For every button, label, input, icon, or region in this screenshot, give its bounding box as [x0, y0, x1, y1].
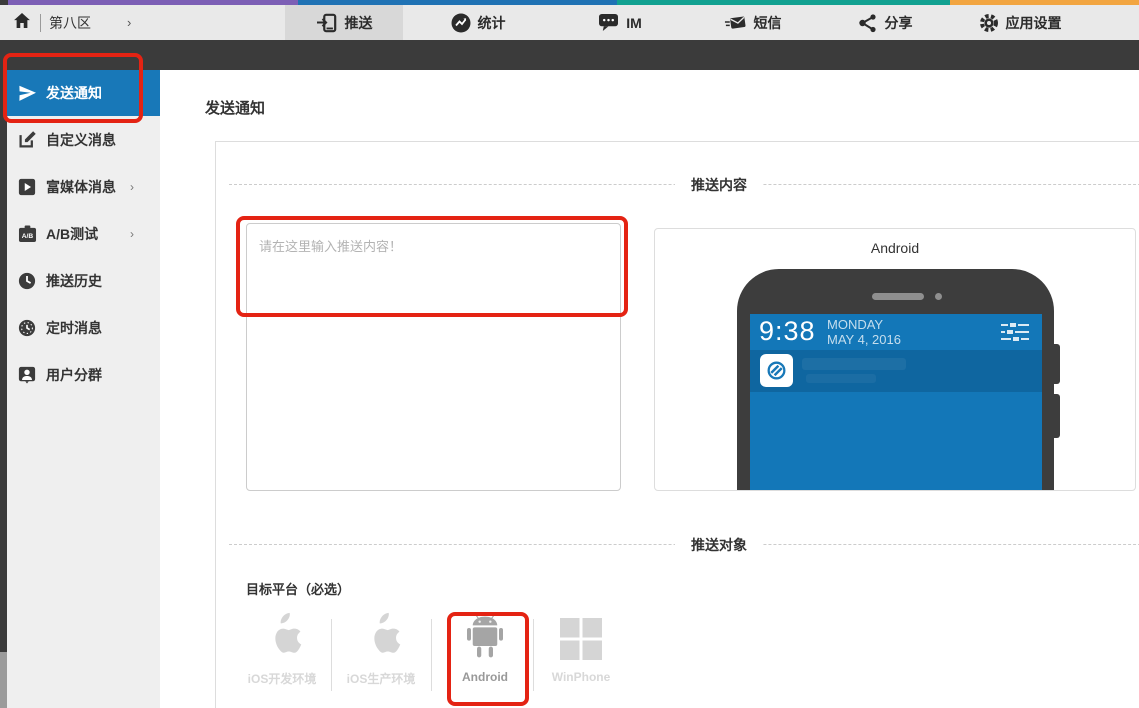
page-title: 发送通知 [205, 97, 265, 118]
platform-winphone[interactable]: WinPhone [534, 609, 628, 701]
notification-row [750, 350, 1042, 392]
push-icon [316, 13, 338, 33]
strip-segment-orange [950, 0, 1139, 5]
preview-weekday: MONDAY [827, 317, 901, 332]
platform-label: iOS开发环境 [248, 670, 317, 687]
preview-date-line: MAY 4, 2016 [827, 332, 901, 347]
timer-icon [17, 318, 37, 338]
preview-platform-label: Android [655, 240, 1135, 256]
android-preview-card: Android 9:38 MONDAY MAY 4, 2016 [654, 228, 1136, 491]
platform-label: iOS生产环境 [347, 670, 416, 687]
tab-label: 应用设置 [1006, 13, 1062, 33]
strip-segment-blue [298, 0, 617, 5]
phone-status-area: 9:38 MONDAY MAY 4, 2016 [750, 314, 1042, 350]
phone-screen: 9:38 MONDAY MAY 4, 2016 [750, 314, 1042, 491]
history-clock-icon [17, 271, 37, 291]
sidebar-item-push-history[interactable]: 推送历史 [0, 257, 160, 304]
chat-bubble-icon [598, 13, 619, 32]
phone-speaker [872, 293, 924, 300]
brand-divider [40, 14, 41, 32]
tab-stats[interactable]: 统计 [430, 5, 526, 40]
section-label-push-content: 推送内容 [675, 175, 763, 195]
sidebar-item-label: 用户分群 [46, 365, 102, 385]
platform-ios-prod[interactable]: iOS生产环境 [334, 609, 428, 701]
phone-mockup: 9:38 MONDAY MAY 4, 2016 [737, 269, 1054, 491]
tab-label: IM [626, 15, 642, 31]
sidebar-item-rich-media[interactable]: 富媒体消息 › [0, 163, 160, 210]
apple-icon [260, 609, 304, 661]
svg-text:A/B: A/B [21, 232, 33, 239]
platform-divider [431, 619, 432, 691]
section-divider-target: 推送对象 [229, 544, 1139, 545]
app-name[interactable]: 第八区 [49, 13, 91, 33]
push-content-input[interactable] [246, 223, 621, 491]
sidebar-item-label: 富媒体消息 [46, 177, 116, 197]
tab-push[interactable]: 推送 [285, 5, 403, 40]
platform-android[interactable]: Android [438, 609, 532, 701]
sidebar-item-ab-test[interactable]: A/B A/B测试 › [0, 210, 160, 257]
tab-label: 统计 [478, 13, 506, 33]
strip-segment-teal [617, 0, 950, 5]
tab-share[interactable]: 分享 [840, 5, 930, 40]
tab-app-settings[interactable]: 应用设置 [965, 5, 1075, 40]
chevron-right-icon: › [130, 227, 134, 241]
notification-text-placeholder [802, 358, 906, 370]
gear-icon [979, 13, 999, 33]
strip-segment-purple [8, 0, 298, 5]
sms-envelope-icon [724, 14, 747, 32]
windows-icon [559, 609, 603, 661]
sidebar-item-label: 推送历史 [46, 271, 102, 291]
android-icon [465, 609, 505, 661]
home-icon[interactable] [12, 11, 32, 35]
tab-label: 分享 [885, 13, 913, 33]
platform-ios-dev[interactable]: iOS开发环境 [235, 609, 329, 701]
tab-label: 推送 [345, 13, 373, 33]
app-switch-chevron-icon[interactable]: › [127, 15, 131, 30]
sidebar-item-label: 发送通知 [46, 83, 102, 103]
share-icon [858, 13, 878, 33]
strip-segment-dark [0, 0, 8, 5]
left-rail [0, 40, 7, 708]
tab-im[interactable]: IM [575, 5, 665, 40]
preview-time: 9:38 [759, 316, 816, 347]
user-icon [17, 365, 37, 385]
equalizer-icon [1000, 322, 1030, 349]
stats-icon [451, 13, 471, 33]
sidebar-item-user-segment[interactable]: 用户分群 [0, 351, 160, 398]
sidebar-item-label: 定时消息 [46, 318, 102, 338]
section-label-push-target: 推送对象 [675, 535, 763, 555]
main-content: 发送通知 推送内容 Android 9:38 MONDAY MAY 4, 201… [160, 70, 1139, 708]
push-form-panel: 推送内容 Android 9:38 MONDAY MAY 4, 2016 [215, 141, 1139, 708]
top-navbar: 第八区 › 推送 统计 [0, 5, 1139, 40]
play-icon [17, 177, 37, 197]
platform-label: Android [462, 670, 508, 684]
app-icon [760, 354, 793, 387]
notification-text-placeholder [806, 374, 876, 383]
platform-divider [331, 619, 332, 691]
top-color-strip [0, 0, 1139, 5]
scrollbar-thumb[interactable] [0, 652, 7, 708]
tab-sms[interactable]: 短信 [705, 5, 800, 40]
sidebar-item-send-notification[interactable]: 发送通知 [0, 70, 160, 116]
section-divider-content: 推送内容 [229, 184, 1139, 185]
chevron-right-icon: › [130, 180, 134, 194]
sidebar: 发送通知 自定义消息 富媒体消息 › A/B A/B测试 [0, 70, 160, 708]
apple-icon [359, 609, 403, 661]
app-breadcrumb[interactable]: 第八区 › [12, 5, 131, 40]
preview-date: MONDAY MAY 4, 2016 [827, 317, 901, 347]
tab-label: 短信 [754, 13, 782, 33]
platform-label: WinPhone [552, 670, 611, 684]
sub-header-bar [0, 40, 1139, 70]
sidebar-item-label: 自定义消息 [46, 130, 116, 150]
phone-camera [935, 293, 942, 300]
target-platform-label: 目标平台（必选） [246, 579, 350, 598]
sidebar-item-scheduled-message[interactable]: 定时消息 [0, 304, 160, 351]
send-icon [17, 83, 37, 103]
sidebar-item-custom-message[interactable]: 自定义消息 [0, 116, 160, 163]
ab-test-icon: A/B [17, 224, 37, 244]
sidebar-item-label: A/B测试 [46, 224, 98, 244]
edit-icon [17, 130, 37, 150]
